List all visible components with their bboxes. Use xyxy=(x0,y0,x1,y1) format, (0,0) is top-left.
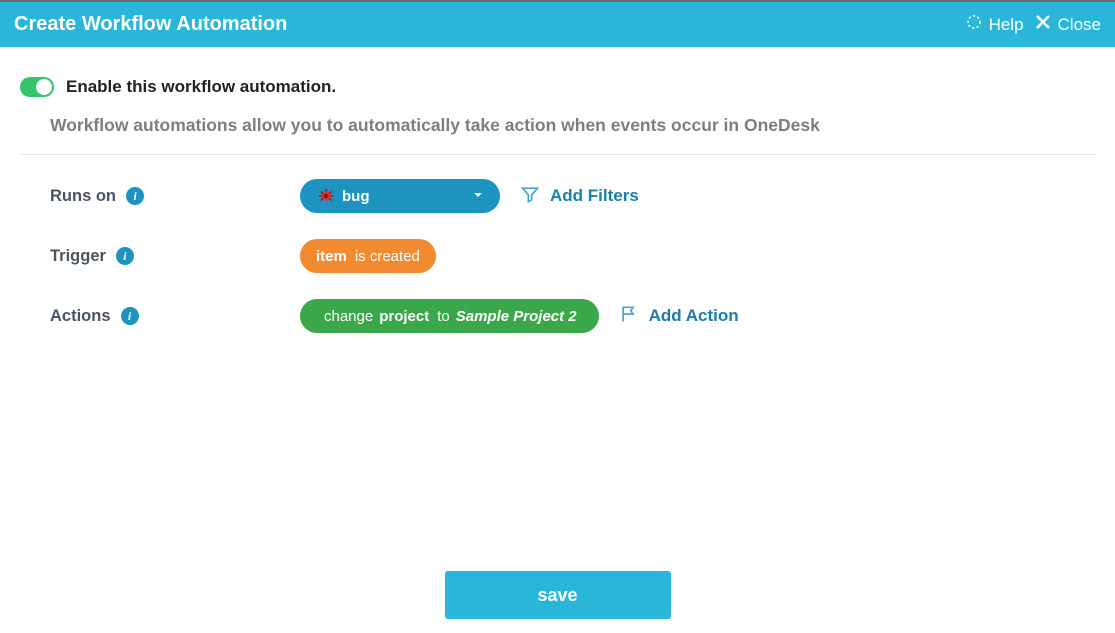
help-button[interactable]: Help xyxy=(965,13,1024,36)
filter-icon xyxy=(520,184,540,209)
close-button[interactable]: Close xyxy=(1034,13,1101,36)
flag-icon xyxy=(619,304,639,329)
dialog-title: Create Workflow Automation xyxy=(14,13,287,36)
enable-row: Enable this workflow automation. xyxy=(20,77,1095,97)
trigger-row: Trigger i item is created xyxy=(20,239,1095,273)
trigger-pill[interactable]: item is created xyxy=(300,239,436,273)
runs-on-label: Runs on xyxy=(50,187,116,206)
close-label: Close xyxy=(1058,15,1101,35)
trigger-condition: is created xyxy=(355,248,420,265)
actions-label-group: Actions i xyxy=(50,307,300,326)
info-icon[interactable]: i xyxy=(126,187,144,205)
runs-on-select[interactable]: bug xyxy=(300,179,500,213)
actions-label: Actions xyxy=(50,307,111,326)
help-label: Help xyxy=(989,15,1024,35)
trigger-controls: item is created xyxy=(300,239,436,273)
enable-toggle[interactable] xyxy=(20,77,54,97)
runs-on-controls: bug Add Filters xyxy=(300,179,639,213)
dialog-header-actions: Help Close xyxy=(965,13,1101,36)
add-action-label: Add Action xyxy=(649,306,739,326)
dialog-footer: save xyxy=(0,571,1115,619)
action-pill[interactable]: change project to Sample Project 2 xyxy=(300,299,599,333)
runs-on-row: Runs on i bug xyxy=(20,179,1095,213)
action-verb: change xyxy=(324,308,373,325)
dialog-header: Create Workflow Automation Help Close xyxy=(0,0,1115,47)
actions-row: Actions i change project to Sample Proje… xyxy=(20,299,1095,333)
bug-icon xyxy=(316,186,336,206)
enable-label: Enable this workflow automation. xyxy=(66,77,336,97)
chevron-down-icon xyxy=(472,188,484,205)
runs-on-value: bug xyxy=(342,188,370,205)
actions-controls: change project to Sample Project 2 Add A… xyxy=(300,299,739,333)
trigger-label-group: Trigger i xyxy=(50,247,300,266)
close-icon xyxy=(1034,13,1052,36)
divider xyxy=(20,154,1095,155)
info-icon[interactable]: i xyxy=(116,247,134,265)
add-filters-label: Add Filters xyxy=(550,186,639,206)
action-to: to xyxy=(437,308,450,325)
add-action-button[interactable]: Add Action xyxy=(619,304,739,329)
trigger-item: item xyxy=(316,248,347,265)
dialog-body: Enable this workflow automation. Workflo… xyxy=(0,47,1115,333)
help-icon xyxy=(965,13,983,36)
save-button[interactable]: save xyxy=(445,571,671,619)
automation-description: Workflow automations allow you to automa… xyxy=(50,115,1095,136)
action-value: Sample Project 2 xyxy=(456,308,577,325)
trigger-label: Trigger xyxy=(50,247,106,266)
info-icon[interactable]: i xyxy=(121,307,139,325)
action-field: project xyxy=(379,308,429,325)
runs-on-label-group: Runs on i xyxy=(50,187,300,206)
add-filters-button[interactable]: Add Filters xyxy=(520,184,639,209)
